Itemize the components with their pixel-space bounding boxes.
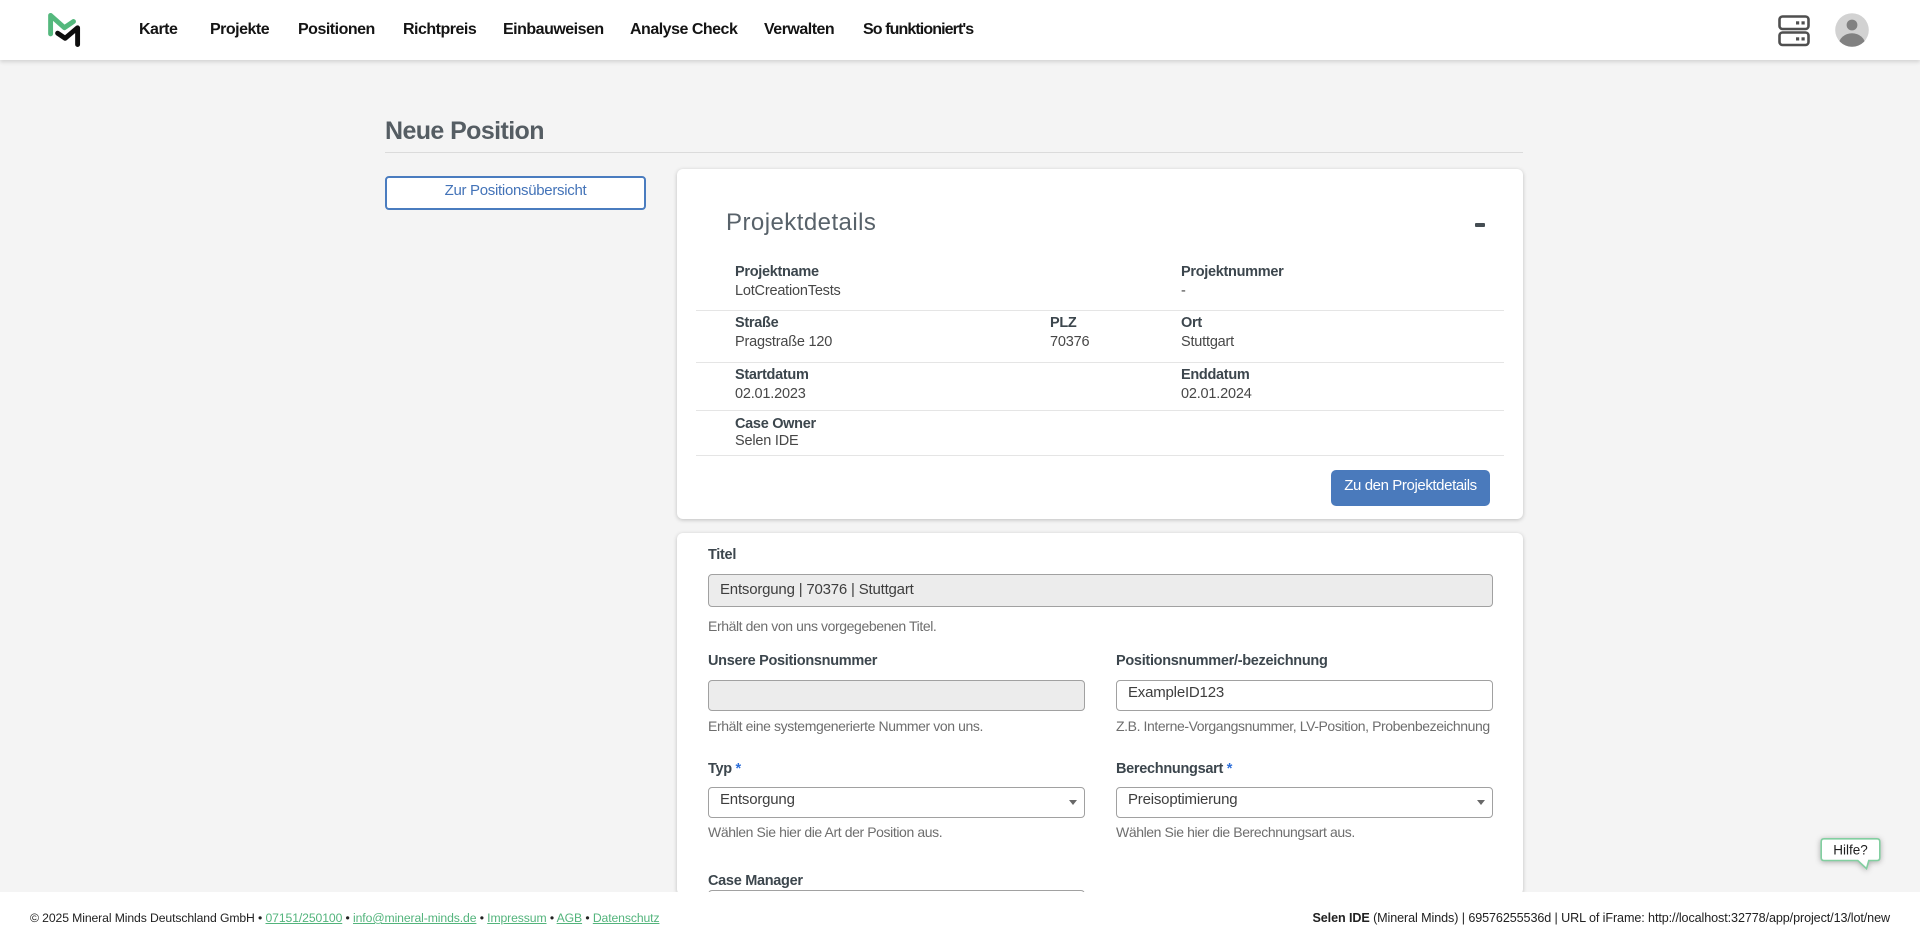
svg-text:Hilfe?: Hilfe? xyxy=(1833,842,1868,857)
